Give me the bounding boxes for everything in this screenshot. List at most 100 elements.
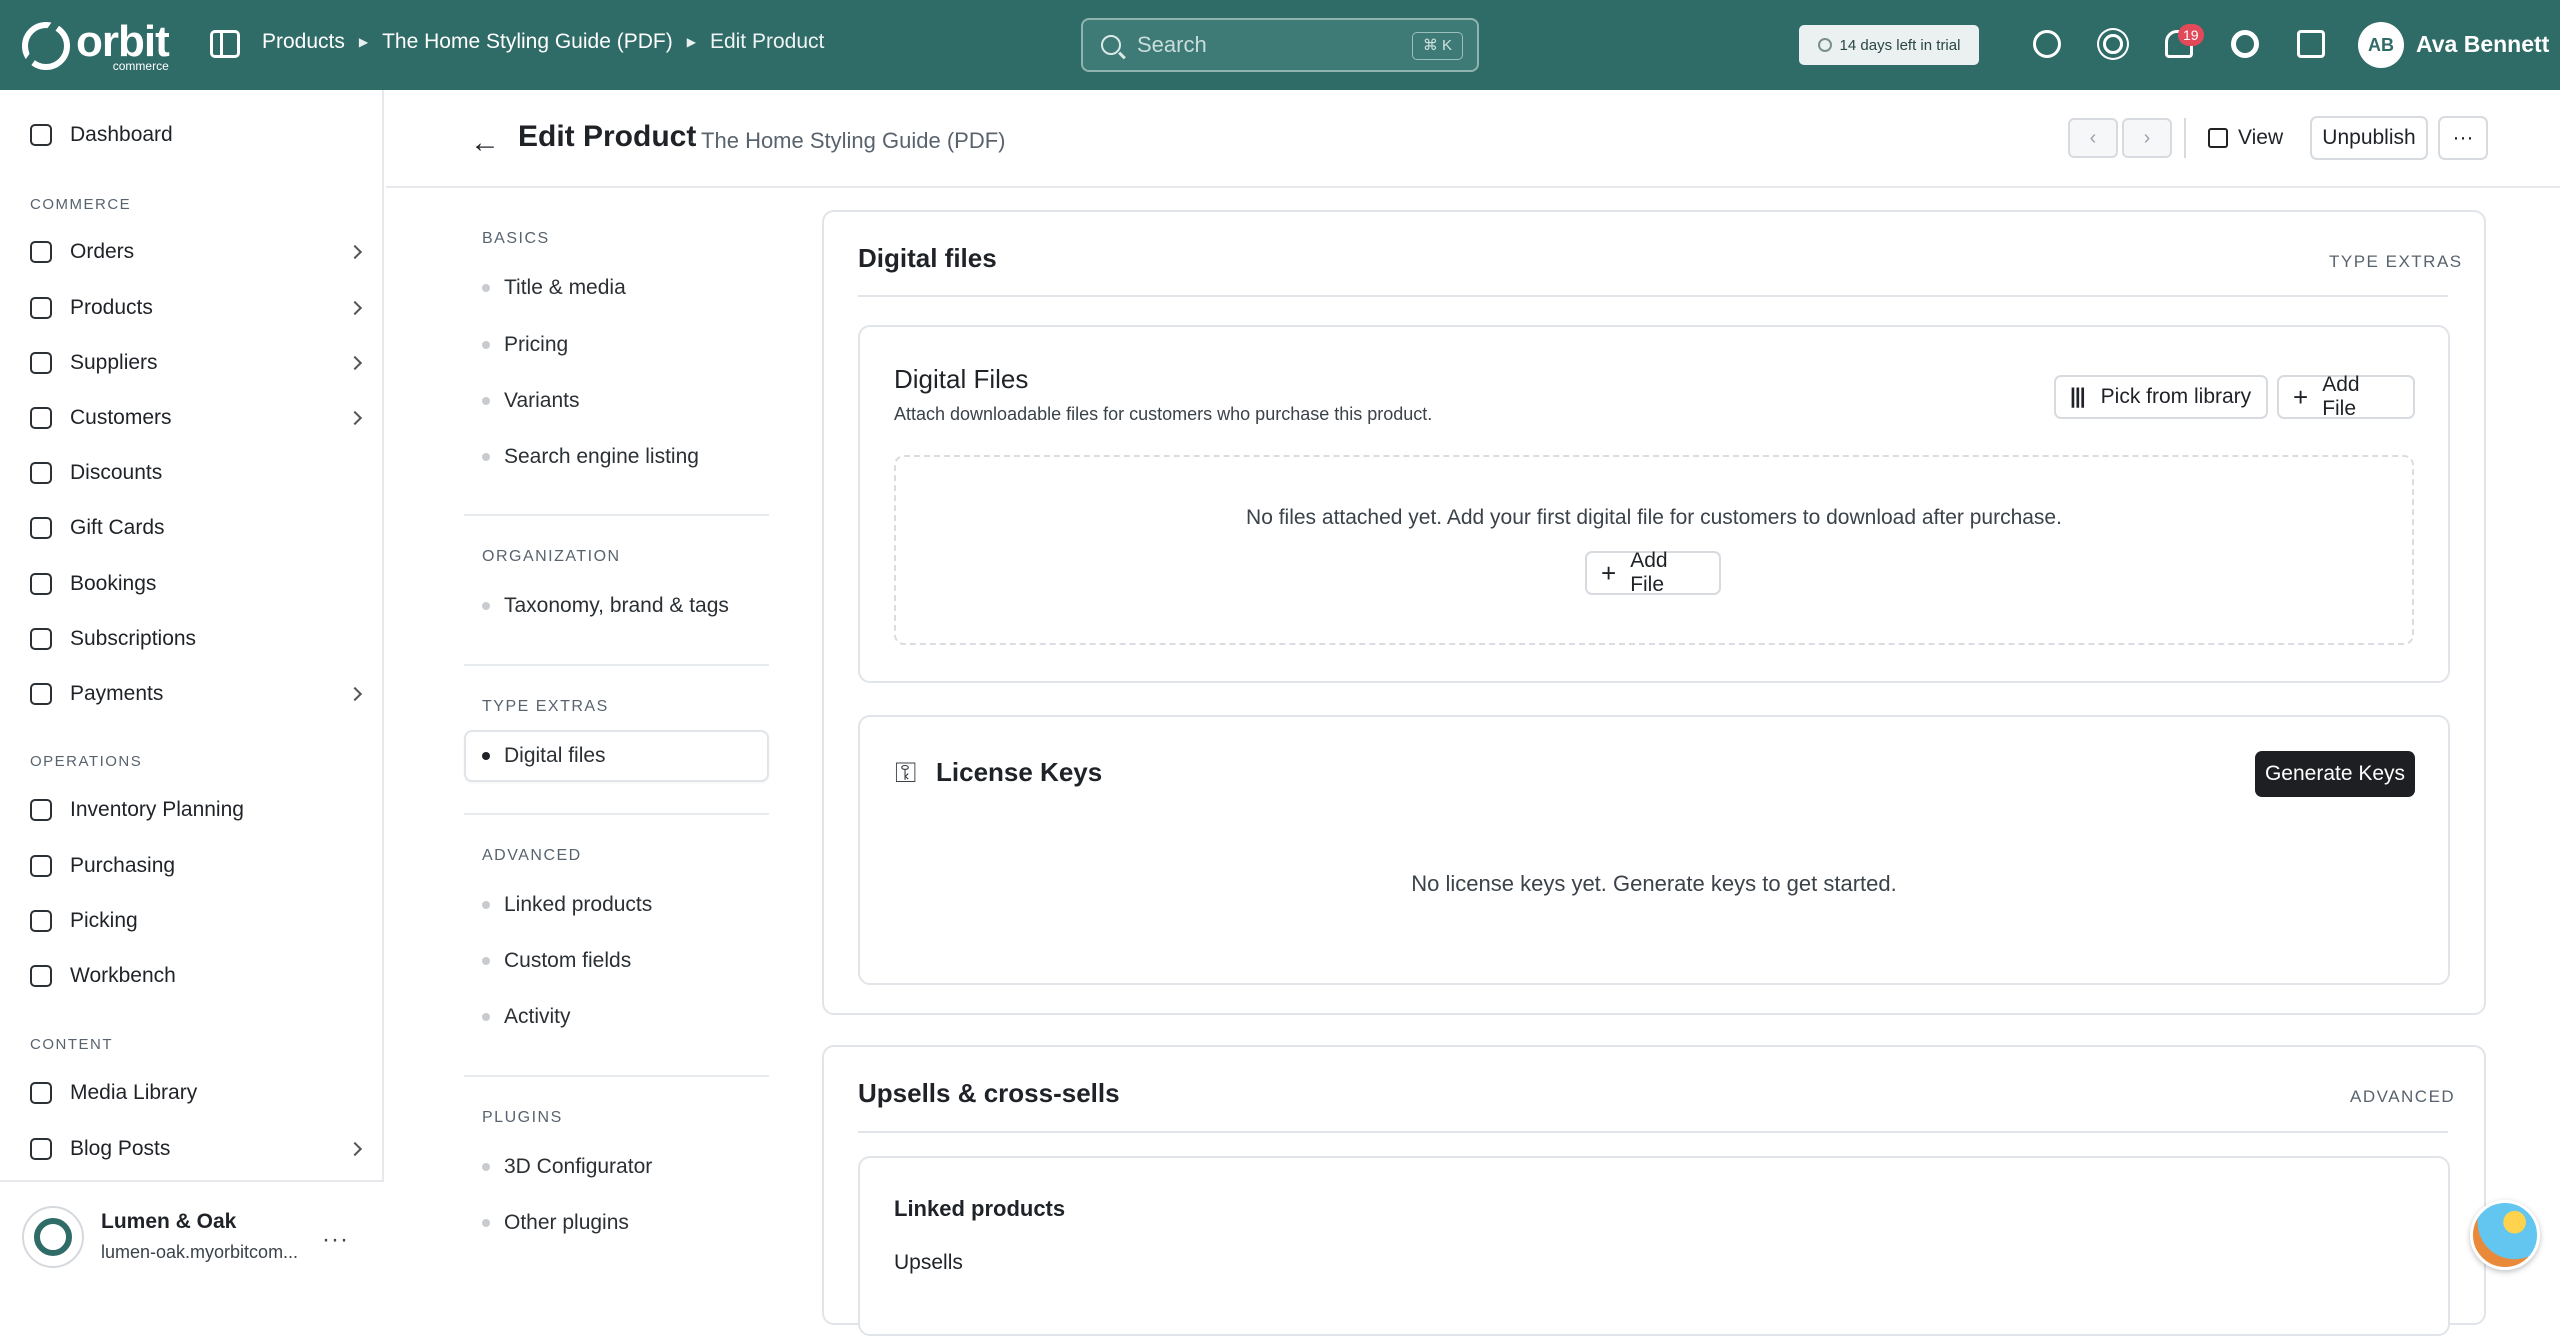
trial-text: 14 days left in trial (1839, 36, 1961, 54)
sidebar-item-suppliers[interactable]: Suppliers (30, 343, 363, 383)
sidebar-item-purchasing[interactable]: Purchasing (30, 846, 360, 886)
more-options-icon[interactable]: ··· (322, 1226, 349, 1254)
add-file-button[interactable]: + Add File (2277, 373, 2415, 420)
sidebar-item-subscriptions[interactable]: Subscriptions (30, 619, 360, 659)
index-item-digital-files[interactable]: Digital files (464, 730, 769, 782)
sidebar-item-bookings[interactable]: Bookings (30, 564, 360, 604)
chevron-right-icon (347, 686, 363, 702)
sidebar-item-discounts[interactable]: Discounts (30, 453, 360, 493)
user-name[interactable]: Ava Bennett (2416, 31, 2549, 58)
search-placeholder: Search (1137, 32, 1207, 57)
orbit-logo-icon (22, 22, 70, 70)
breadcrumb-products[interactable]: Products (262, 30, 345, 54)
unpublish-button[interactable]: Unpublish (2310, 116, 2428, 160)
next-product-button[interactable]: › (2122, 118, 2172, 158)
trial-badge[interactable]: 14 days left in trial (1799, 25, 1979, 65)
purchasing-icon (30, 855, 52, 877)
index-divider (464, 1075, 769, 1077)
store-switcher[interactable]: Lumen & Oak lumen-oak.myorbitcom... ··· (0, 1180, 384, 1290)
discounts-tag-icon (30, 462, 52, 484)
plus-icon: + (1601, 558, 1617, 588)
sidebar-item-workbench[interactable]: Workbench (30, 956, 360, 996)
store-name: Lumen & Oak (101, 1210, 237, 1233)
breadcrumb: Products ▶ The Home Styling Guide (PDF) … (262, 30, 824, 54)
license-keys-title: License Keys (936, 757, 1103, 787)
sidebar-item-products[interactable]: Products (30, 288, 363, 328)
upsells-title: Upsells & cross-sells (858, 1078, 1120, 1108)
help-lifebuoy-icon[interactable] (2229, 28, 2261, 60)
sidebar-toggle-icon[interactable] (210, 30, 240, 58)
clipboard-icon (30, 799, 52, 821)
sidebar-item-inventory-planning[interactable]: Inventory Planning (30, 790, 360, 830)
clock-icon (1817, 38, 1832, 52)
sidebar-item-dashboard[interactable]: Dashboard (30, 115, 360, 155)
page-title: Edit Product (518, 120, 697, 153)
sidebar-section-commerce: COMMERCE (30, 196, 132, 213)
logo-wordmark: orbit (76, 17, 170, 66)
linked-products-title: Linked products (894, 1196, 1066, 1221)
chevron-right-icon (347, 244, 363, 260)
index-item-variants[interactable]: Variants (482, 379, 770, 423)
sidebar-item-blog-posts[interactable]: Blog Posts (30, 1129, 363, 1169)
notification-count-badge: 19 (2178, 24, 2204, 46)
index-item-activity[interactable]: Activity (482, 995, 770, 1039)
breadcrumb-separator-icon: ▶ (686, 35, 696, 49)
customers-icon (30, 407, 52, 429)
previous-product-button[interactable]: ‹ (2068, 118, 2118, 158)
location-pin-icon (30, 910, 52, 932)
subscriptions-icon (30, 628, 52, 650)
index-item-other-plugins[interactable]: Other plugins (482, 1201, 770, 1245)
sidebar-item-gift-cards[interactable]: Gift Cards (30, 508, 360, 548)
index-section-plugins: PLUGINS (482, 1109, 563, 1126)
suppliers-icon (30, 352, 52, 374)
section-title: Digital files (858, 243, 997, 273)
sidebar-item-orders[interactable]: Orders (30, 232, 363, 272)
orbit-logo[interactable]: orbit commerce (22, 17, 170, 72)
back-arrow-icon[interactable]: ← (470, 126, 500, 160)
status-icon[interactable] (2031, 28, 2063, 60)
more-actions-button[interactable]: ··· (2438, 116, 2488, 160)
index-section-advanced: ADVANCED (482, 847, 582, 864)
index-item-custom-fields[interactable]: Custom fields (482, 939, 770, 983)
section-divider (858, 1131, 2448, 1133)
sidebar-item-payments[interactable]: Payments (30, 674, 363, 714)
workbench-icon (30, 965, 52, 987)
index-item-pricing[interactable]: Pricing (482, 323, 770, 367)
digital-files-title: Digital Files (894, 364, 1029, 394)
index-item-3d-configurator[interactable]: 3D Configurator (482, 1145, 770, 1189)
pick-from-library-button[interactable]: ||| Pick from library (2054, 375, 2268, 419)
search-shortcut: ⌘ K (1411, 32, 1463, 60)
chevron-right-icon (347, 1141, 363, 1157)
search-icon (1101, 35, 1121, 55)
user-avatar[interactable]: AB (2358, 22, 2404, 68)
generate-keys-button[interactable]: Generate Keys (2255, 751, 2415, 797)
digital-files-description: Attach downloadable files for customers … (894, 404, 1433, 424)
index-item-search-engine-listing[interactable]: Search engine listing (482, 435, 770, 479)
header-divider (2184, 118, 2186, 158)
theme-sun-icon[interactable] (2097, 28, 2129, 60)
index-section-organization: ORGANIZATION (482, 548, 621, 565)
chevron-right-icon (347, 410, 363, 426)
assistant-avatar-button[interactable] (2470, 1200, 2540, 1270)
library-icon: ||| (2070, 385, 2086, 408)
sidebar-item-media-library[interactable]: Media Library (30, 1073, 360, 1113)
empty-add-file-button[interactable]: + Add File (1585, 549, 1721, 596)
sidebar-section-operations: OPERATIONS (30, 753, 143, 770)
credit-card-icon (30, 683, 52, 705)
gift-icon (30, 517, 52, 539)
license-keys-card (858, 715, 2450, 985)
breadcrumb-product[interactable]: The Home Styling Guide (PDF) (382, 30, 673, 54)
index-item-linked-products[interactable]: Linked products (482, 883, 770, 927)
page-subtitle: · The Home Styling Guide (PDF) (688, 128, 1006, 153)
store-icon[interactable] (2295, 28, 2327, 60)
sidebar-item-picking[interactable]: Picking (30, 901, 360, 941)
sidebar-section-content: CONTENT (30, 1036, 113, 1053)
products-icon (30, 297, 52, 319)
index-section-basics: BASICS (482, 230, 550, 247)
index-item-taxonomy[interactable]: Taxonomy, brand & tags (482, 584, 770, 628)
breadcrumb-separator-icon: ▶ (358, 35, 369, 49)
index-item-title-media[interactable]: Title & media (482, 266, 770, 310)
search-input[interactable]: Search ⌘ K (1081, 18, 1479, 72)
sidebar-item-customers[interactable]: Customers (30, 398, 363, 438)
view-button[interactable]: View (2208, 118, 2283, 158)
